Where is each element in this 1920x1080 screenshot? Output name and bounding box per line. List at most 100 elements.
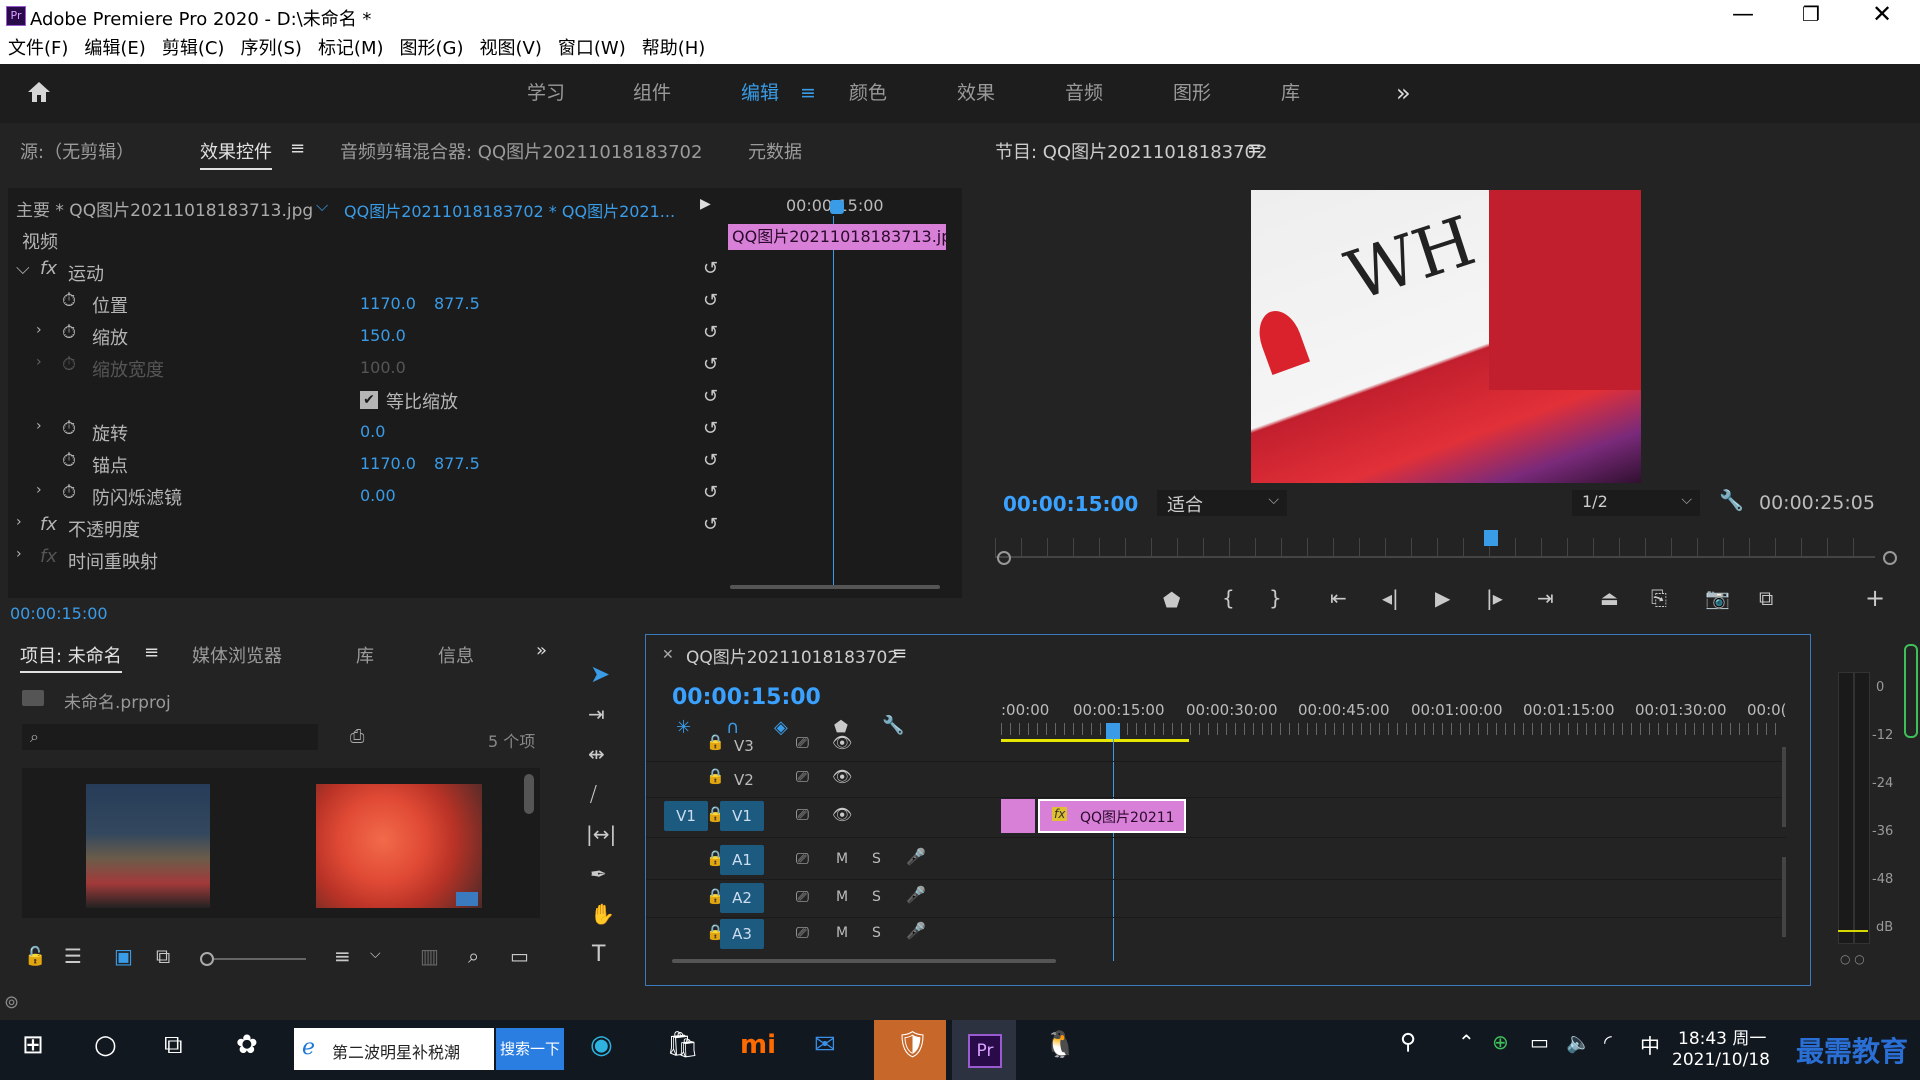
chevron-down-icon[interactable]: ⌵ [316, 196, 328, 216]
play-icon[interactable]: ▶ [1435, 586, 1450, 610]
clip-selected[interactable]: fx QQ图片20211 [1038, 799, 1186, 833]
add-button-icon[interactable]: + [1865, 584, 1885, 612]
hand-tool-icon[interactable]: ✋ [590, 902, 615, 926]
eye-icon[interactable]: 👁 [832, 805, 852, 824]
restore-button[interactable]: ❐ [1802, 2, 1820, 26]
position-y-value[interactable]: 877.5 [434, 294, 480, 313]
chevron-right-icon[interactable]: › [36, 354, 42, 370]
battery-icon[interactable]: ▭ [1530, 1030, 1549, 1054]
tab-project[interactable]: 项目: 未命名 [20, 642, 122, 673]
step-forward-icon[interactable]: |▸ [1486, 586, 1503, 610]
list-view-icon[interactable]: ☰ [64, 944, 82, 968]
icon-view-icon[interactable]: ▣ [114, 944, 133, 968]
panel-menu-icon[interactable]: ≡ [892, 643, 907, 664]
film-icon[interactable]: ⎚ [796, 923, 809, 943]
panel-menu-icon[interactable]: ≡ [1247, 138, 1262, 159]
camera-icon[interactable]: 📷 [1705, 586, 1730, 610]
mini-clip-bar[interactable]: QQ图片20211018183713.jpg [728, 224, 946, 250]
flicker-value[interactable]: 0.00 [360, 486, 396, 505]
film-icon[interactable]: ⎚ [796, 767, 809, 787]
source-patch-v1[interactable]: V1 [664, 801, 708, 831]
timeline-v-scroll-video[interactable] [1782, 747, 1786, 827]
zoom-slider-handle[interactable] [200, 952, 214, 966]
task-view-icon[interactable]: ⧉ [164, 1030, 183, 1061]
zoom-slider[interactable] [200, 952, 306, 966]
minimize-button[interactable]: — [1732, 2, 1754, 27]
track-label-a3[interactable]: A3 [720, 919, 764, 949]
menu-edit[interactable]: 编辑(E) [76, 34, 153, 64]
taskbar-search-button[interactable]: 搜索一下 [496, 1028, 564, 1070]
reset-icon[interactable]: ↺ [703, 322, 718, 343]
microphone-icon[interactable]: 🎤 [906, 885, 926, 904]
resolution-dropdown[interactable]: 1/2 ⌵ [1572, 490, 1700, 516]
store-icon[interactable]: 🛍 [666, 1030, 699, 1060]
tab-audio-clip-mixer[interactable]: 音频剪辑混合器: QQ图片20211018183702 [340, 138, 702, 164]
workspace-more-icon[interactable]: » [1396, 64, 1411, 123]
scale-value[interactable]: 150.0 [360, 326, 406, 345]
tray-app-icon[interactable]: ⊕ [1492, 1030, 1509, 1054]
reset-icon[interactable]: ↺ [703, 482, 718, 503]
microphone-icon[interactable]: 🎤 [906, 847, 926, 866]
go-to-in-icon[interactable]: ⇤ [1330, 586, 1347, 610]
reset-icon[interactable]: ↺ [703, 386, 718, 407]
track-label-a2[interactable]: A2 [720, 883, 764, 913]
chevron-right-icon[interactable]: › [16, 546, 22, 562]
reset-icon[interactable]: ↺ [703, 418, 718, 439]
clip-pink-left[interactable] [1001, 799, 1035, 833]
menu-window[interactable]: 窗口(W) [550, 34, 634, 64]
close-tab-icon[interactable]: ✕ [662, 647, 674, 663]
comparison-view-icon[interactable]: ⧉ [1759, 586, 1773, 610]
menu-graphics[interactable]: 图形(G) [392, 34, 472, 64]
program-title[interactable]: 节目: QQ图片20211018183702 [995, 138, 1267, 164]
play-triangle-icon[interactable]: ▶ [700, 196, 711, 212]
track-label-v2[interactable]: V2 [734, 771, 754, 789]
find-icon[interactable]: ⌕ [468, 944, 479, 968]
go-to-out-icon[interactable]: ⇥ [1537, 586, 1554, 610]
uniform-scale-checkbox[interactable]: ✔ [360, 391, 378, 409]
mark-in-icon[interactable]: { [1222, 586, 1235, 610]
chevron-down-icon[interactable]: ⌵ [370, 946, 381, 962]
edge-browser-icon[interactable]: ◉ [590, 1030, 613, 1060]
master-clip-label[interactable]: 主要 * QQ图片20211018183713.jpg [16, 196, 313, 221]
reset-icon[interactable]: ↺ [703, 514, 718, 535]
close-window-button[interactable]: ✕ [1872, 0, 1892, 28]
mini-playhead[interactable] [830, 200, 844, 214]
menu-view[interactable]: 视图(V) [472, 34, 550, 64]
add-marker-icon[interactable]: ⬟ [1163, 588, 1180, 612]
meter-scrollbar[interactable] [1904, 644, 1918, 738]
workspace-audio[interactable]: 音频 [1065, 64, 1103, 123]
taskbar-time[interactable]: 18:43 周一 [1678, 1024, 1766, 1049]
workspace-color[interactable]: 颜色 [849, 64, 887, 123]
panel-menu-icon[interactable]: ≡ [290, 138, 305, 159]
timeline-h-scrollbar[interactable] [672, 959, 1056, 963]
workspace-graphics[interactable]: 图形 [1173, 64, 1211, 123]
project-search-input[interactable]: ⌕ [22, 724, 318, 750]
chevron-right-icon[interactable]: › [16, 514, 22, 530]
reset-icon[interactable]: ↺ [703, 450, 718, 471]
menu-marker[interactable]: 标记(M) [310, 34, 392, 64]
people-icon[interactable]: ⚲ [1400, 1030, 1416, 1055]
program-timecode[interactable]: 00:00:15:00 [1003, 492, 1138, 516]
mute-button[interactable]: M [836, 889, 848, 905]
film-icon[interactable]: ⎚ [796, 887, 809, 907]
sort-icon[interactable]: ≡ [334, 944, 351, 968]
mark-out-icon[interactable]: } [1269, 586, 1282, 610]
workspace-assembly[interactable]: 组件 [633, 64, 671, 123]
tab-source[interactable]: 源:（无剪辑） [20, 138, 134, 164]
menu-sequence[interactable]: 序列(S) [232, 34, 309, 64]
stopwatch-icon[interactable]: ⏱ [62, 482, 76, 503]
extract-icon[interactable]: ⎘ [1651, 586, 1667, 610]
eye-icon[interactable]: 👁 [832, 767, 852, 786]
step-back-icon[interactable]: ◂| [1382, 586, 1399, 610]
tab-info[interactable]: 信息 [438, 642, 474, 668]
security-app-active[interactable]: 🛡 [874, 1020, 946, 1080]
chevron-expanded-icon[interactable]: ⌵ [16, 258, 30, 279]
film-icon[interactable]: ⎚ [796, 805, 809, 825]
reset-icon[interactable]: ↺ [703, 290, 718, 311]
film-icon[interactable]: ⎚ [796, 733, 809, 753]
selection-tool-icon[interactable]: ➤ [590, 660, 610, 688]
fx-icon[interactable]: fx [40, 258, 57, 279]
workspace-effects[interactable]: 效果 [957, 64, 995, 123]
chevron-right-icon[interactable]: › [36, 322, 42, 338]
film-icon[interactable]: ⎚ [796, 849, 809, 869]
